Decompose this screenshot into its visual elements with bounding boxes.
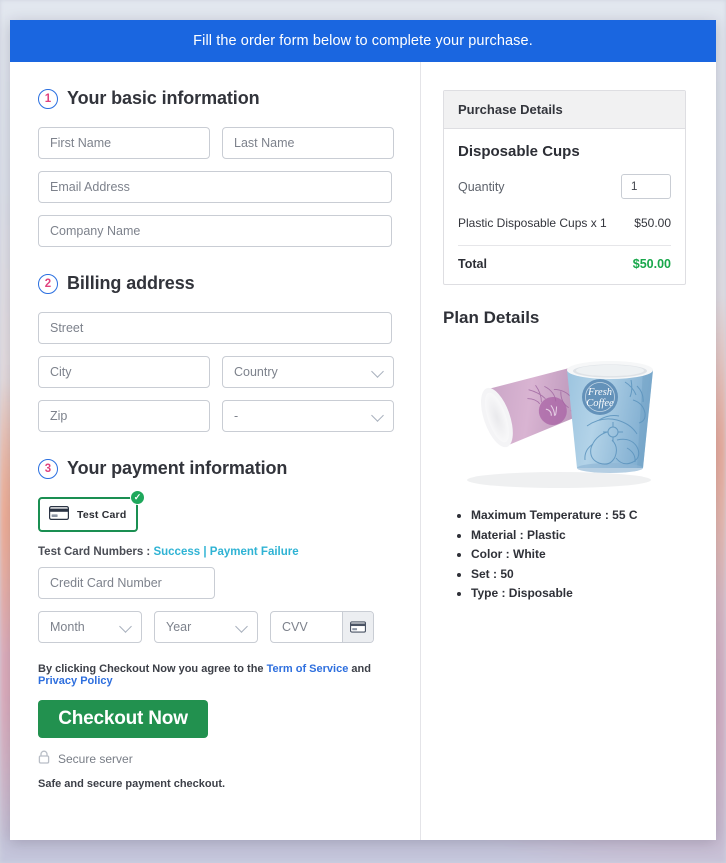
company-row: Company Name [38, 215, 392, 247]
cvv-placeholder: CVV [282, 620, 308, 634]
test-card-numbers-label: Test Card Numbers : [38, 546, 151, 558]
terms-conjunction: and [351, 663, 371, 675]
credit-card-icon [342, 612, 373, 642]
step-number-1: 1 [38, 88, 58, 109]
card-number-row: Credit Card Number [38, 567, 392, 599]
email-row: Email Address [38, 171, 392, 203]
plan-spec-item: Type : Disposable [471, 584, 686, 603]
chevron-down-icon [119, 620, 132, 633]
step-number-3: 3 [38, 458, 58, 479]
plan-spec-item: Set : 50 [471, 565, 686, 584]
purchase-details-title: Purchase Details [444, 91, 685, 129]
terms-agreement-text: By clicking Checkout Now you agree to th… [38, 663, 392, 687]
cup-brand-line2: Coffee [586, 398, 614, 409]
quantity-input[interactable]: 1 [621, 174, 671, 199]
city-input[interactable]: City [38, 356, 210, 388]
purchase-product-name: Disposable Cups [458, 143, 580, 160]
plan-specs-list: Maximum Temperature : 55 C Material : Pl… [457, 506, 686, 603]
section-billing-address: 2 Billing address [38, 273, 392, 294]
zip-state-row: Zip - [38, 400, 394, 432]
street-row: Street [38, 312, 392, 344]
cvv-input[interactable]: CVV [270, 611, 374, 643]
summary-column: Purchase Details Disposable Cups Quantit… [421, 62, 716, 840]
email-input[interactable]: Email Address [38, 171, 392, 203]
section-basic-information: 1 Your basic information [38, 88, 392, 109]
page-banner: Fill the order form below to complete yo… [10, 20, 716, 62]
first-name-input[interactable]: First Name [38, 127, 210, 159]
product-image: Fresh Coffee [447, 340, 669, 490]
test-card-numbers: Test Card Numbers : Success | Payment Fa… [38, 546, 392, 558]
link-separator: | [203, 546, 207, 558]
payment-method-label: Test Card [77, 508, 127, 521]
expiry-month-value: Month [50, 620, 85, 634]
section-title-billing: Billing address [67, 273, 195, 293]
company-input[interactable]: Company Name [38, 215, 392, 247]
expiry-year-value: Year [166, 620, 192, 634]
credit-card-number-input[interactable]: Credit Card Number [38, 567, 215, 599]
expiry-cvv-row: Month Year CVV [38, 611, 392, 643]
total-row: Total $50.00 [458, 246, 671, 271]
section-title-payment: Your payment information [67, 458, 288, 478]
zip-input[interactable]: Zip [38, 400, 210, 432]
city-country-row: City Country [38, 356, 394, 388]
country-select-value: Country [234, 365, 278, 379]
chevron-down-icon [371, 409, 384, 422]
total-label: Total [458, 257, 487, 272]
state-select[interactable]: - [222, 400, 394, 432]
total-amount: $50.00 [632, 257, 671, 272]
payment-method-wrapper: Test Card ✓ [38, 490, 145, 532]
expiry-year-select[interactable]: Year [154, 611, 258, 643]
privacy-policy-link[interactable]: Privacy Policy [38, 675, 113, 687]
step-number-2: 2 [38, 273, 58, 294]
chevron-down-icon [235, 620, 248, 633]
order-form-column: 1 Your basic information First Name Last… [10, 62, 421, 840]
lock-icon [38, 750, 50, 767]
plan-spec-item: Material : Plastic [471, 526, 686, 545]
plan-spec-item: Color : White [471, 545, 686, 564]
section-title-basic: Your basic information [67, 88, 260, 108]
section-payment-information: 3 Your payment information [38, 458, 392, 479]
payment-failure-card-link[interactable]: Payment Failure [210, 546, 299, 558]
payment-method-test-card[interactable]: Test Card [38, 497, 138, 532]
name-row: First Name Last Name [38, 127, 394, 159]
check-circle-icon: ✓ [130, 490, 145, 505]
quantity-label: Quantity [458, 179, 505, 194]
banner-text: Fill the order form below to complete yo… [193, 33, 533, 49]
street-input[interactable]: Street [38, 312, 392, 344]
safe-checkout-note: Safe and secure payment checkout. [38, 778, 226, 790]
last-name-input[interactable]: Last Name [222, 127, 394, 159]
chevron-down-icon [371, 365, 384, 378]
checkout-now-button[interactable]: Checkout Now [38, 700, 208, 738]
plan-spec-item: Maximum Temperature : 55 C [471, 506, 686, 525]
success-card-link[interactable]: Success [153, 546, 200, 558]
terms-prefix: By clicking Checkout Now you agree to th… [38, 663, 264, 675]
cup-brand-line1: Fresh [587, 387, 612, 398]
plan-details-title: Plan Details [443, 308, 540, 328]
line-item-description: Plastic Disposable Cups x 1 [458, 216, 607, 230]
checkout-card: Fill the order form below to complete yo… [10, 20, 716, 840]
line-item-row: Plastic Disposable Cups x 1 $50.00 [458, 215, 671, 247]
state-select-value: - [234, 409, 239, 423]
quantity-row: Quantity 1 [458, 174, 671, 199]
secure-server-label: Secure server [58, 751, 133, 766]
secure-server-note: Secure server [38, 750, 392, 767]
credit-card-icon [49, 506, 69, 523]
expiry-month-select[interactable]: Month [38, 611, 142, 643]
country-select[interactable]: Country [222, 356, 394, 388]
term-of-service-link[interactable]: Term of Service [267, 663, 349, 675]
line-item-amount: $50.00 [634, 216, 671, 230]
purchase-details-panel: Purchase Details Disposable Cups Quantit… [443, 90, 686, 286]
